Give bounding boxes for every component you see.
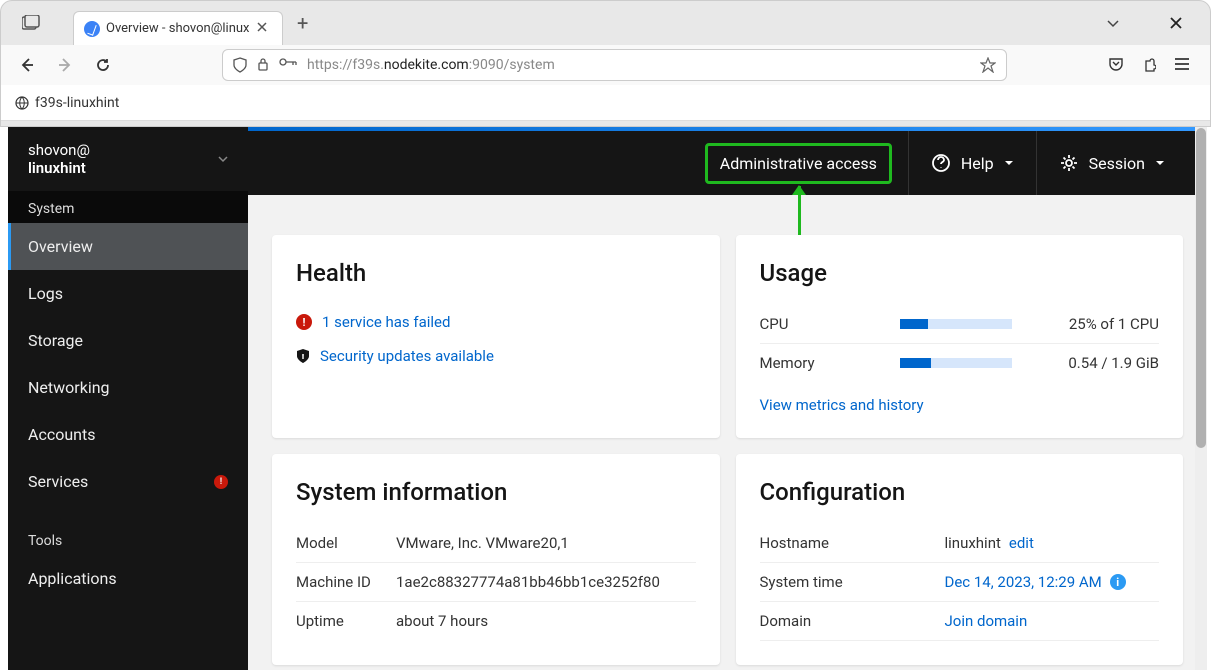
scrollbar[interactable] bbox=[1195, 127, 1207, 670]
menu-icon[interactable] bbox=[1174, 57, 1190, 73]
globe-icon bbox=[15, 96, 29, 110]
sidebar-section-tools: Tools bbox=[8, 523, 248, 555]
alert-badge-icon: ! bbox=[214, 475, 228, 489]
info-value: about 7 hours bbox=[396, 612, 488, 630]
failed-service-link[interactable]: 1 service has failed bbox=[322, 313, 450, 331]
new-tab-button[interactable]: + bbox=[297, 11, 308, 35]
user-menu[interactable]: shovon@ linuxhint bbox=[8, 127, 248, 191]
bookmark-item[interactable]: f39s-linuxhint bbox=[35, 95, 119, 111]
lock-icon[interactable] bbox=[257, 57, 269, 73]
health-card: Health ! 1 service has failed Security u… bbox=[272, 235, 720, 438]
history-icon[interactable] bbox=[19, 11, 43, 35]
session-menu[interactable]: Session bbox=[1037, 153, 1187, 173]
info-value: VMware, Inc. VMware20,1 bbox=[396, 534, 569, 552]
sidebar-section-system: System bbox=[8, 191, 248, 223]
config-card: Configuration Hostname linuxhint edit Sy… bbox=[736, 454, 1184, 665]
sidebar: shovon@ linuxhint System Overview Logs S… bbox=[8, 127, 248, 670]
bookmark-star-icon[interactable] bbox=[980, 57, 996, 73]
window-close-icon[interactable] bbox=[1170, 17, 1182, 29]
cpu-value: 25% of 1 CPU bbox=[1069, 315, 1159, 333]
sidebar-item-logs[interactable]: Logs bbox=[8, 270, 248, 317]
sysinfo-card: System information ModelVMware, Inc. VMw… bbox=[272, 454, 720, 665]
sidebar-item-accounts[interactable]: Accounts bbox=[8, 411, 248, 458]
systime-link[interactable]: Dec 14, 2023, 12:29 AM bbox=[945, 573, 1102, 591]
hostname-value: linuxhint bbox=[945, 534, 1001, 552]
memory-label: Memory bbox=[760, 354, 900, 372]
url-text: https://f39s.nodekite.com:9090/system bbox=[307, 57, 555, 73]
topbar: Administrative access Help Session bbox=[248, 131, 1207, 195]
security-updates-link[interactable]: Security updates available bbox=[320, 347, 494, 365]
cpu-progress bbox=[900, 319, 1012, 329]
browser-tab[interactable]: Overview - shovon@linux bbox=[73, 11, 283, 45]
back-button[interactable] bbox=[13, 51, 41, 79]
config-title: Configuration bbox=[760, 478, 1160, 506]
sidebar-item-overview[interactable]: Overview bbox=[8, 223, 248, 270]
domain-label: Domain bbox=[760, 612, 945, 630]
help-menu[interactable]: Help bbox=[909, 153, 1036, 173]
sidebar-item-storage[interactable]: Storage bbox=[8, 317, 248, 364]
tabs-dropdown-icon[interactable] bbox=[1106, 18, 1120, 28]
pocket-icon[interactable] bbox=[1108, 57, 1124, 73]
usage-title: Usage bbox=[760, 259, 1160, 287]
error-icon: ! bbox=[296, 314, 312, 330]
sysinfo-title: System information bbox=[296, 478, 696, 506]
edit-hostname-link[interactable]: edit bbox=[1009, 534, 1034, 552]
scrollbar-thumb[interactable] bbox=[1196, 128, 1206, 448]
cockpit-favicon-icon bbox=[84, 21, 100, 37]
chevron-down-icon bbox=[218, 155, 228, 163]
cpu-label: CPU bbox=[760, 315, 900, 333]
help-icon bbox=[931, 153, 951, 173]
close-tab-icon[interactable] bbox=[256, 21, 272, 37]
security-shield-icon bbox=[296, 348, 310, 364]
metrics-link[interactable]: View metrics and history bbox=[760, 396, 924, 414]
info-icon[interactable]: i bbox=[1110, 574, 1126, 590]
caret-down-icon bbox=[1155, 159, 1165, 167]
info-label: Model bbox=[296, 534, 396, 552]
sidebar-item-services[interactable]: Services! bbox=[8, 458, 248, 505]
gear-icon bbox=[1059, 153, 1079, 173]
health-title: Health bbox=[296, 259, 696, 287]
url-bar[interactable]: https://f39s.nodekite.com:9090/system bbox=[222, 49, 1007, 81]
info-value: 1ae2c88327774a81bb46bb1ce3252f80 bbox=[396, 573, 660, 591]
memory-progress bbox=[900, 358, 1012, 368]
administrative-access-button[interactable]: Administrative access bbox=[705, 143, 892, 184]
info-label: Uptime bbox=[296, 612, 396, 630]
reload-button[interactable] bbox=[89, 51, 117, 79]
forward-button[interactable] bbox=[51, 51, 79, 79]
memory-value: 0.54 / 1.9 GiB bbox=[1068, 354, 1159, 372]
tab-title: Overview - shovon@linux bbox=[106, 21, 252, 36]
extensions-icon[interactable] bbox=[1142, 57, 1156, 73]
usage-card: Usage CPU 25% of 1 CPU Memory 0.54 / 1.9… bbox=[736, 235, 1184, 438]
user-label: shovon@ linuxhint bbox=[28, 141, 90, 177]
hostname-label: Hostname bbox=[760, 534, 945, 552]
systime-label: System time bbox=[760, 573, 945, 591]
sidebar-item-networking[interactable]: Networking bbox=[8, 364, 248, 411]
sidebar-item-applications[interactable]: Applications bbox=[8, 555, 248, 602]
join-domain-link[interactable]: Join domain bbox=[945, 612, 1028, 630]
info-label: Machine ID bbox=[296, 573, 396, 591]
caret-down-icon bbox=[1004, 159, 1014, 167]
key-icon[interactable] bbox=[279, 57, 297, 73]
shield-icon[interactable] bbox=[233, 57, 247, 73]
